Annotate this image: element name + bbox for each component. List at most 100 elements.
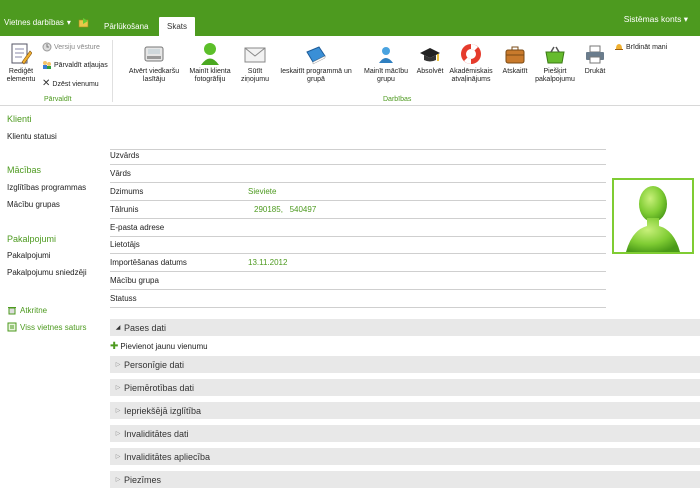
- section-disability[interactable]: ▷ Invaliditātes dati: [110, 425, 700, 442]
- section-title-disability: Invaliditātes dati: [124, 428, 189, 439]
- account-menu[interactable]: Sistēmas konts ▾: [624, 14, 688, 25]
- recycle-bin-icon: [8, 307, 16, 315]
- group-user-icon: [379, 47, 393, 63]
- change-photo-label: Mainīt klienta fotogrāfiju: [189, 68, 231, 83]
- assign-service-button[interactable]: Piešķirt pakalpojumu: [530, 44, 580, 83]
- expand-arrow-icon: ▷: [115, 362, 121, 368]
- envelope-icon: [244, 47, 266, 63]
- alert-me-button[interactable]: Brīdināt mani: [614, 42, 667, 52]
- chevron-down-icon: ▾: [66, 18, 71, 27]
- site-actions-menu[interactable]: Vietnes darbības ▾: [4, 18, 71, 27]
- nav-heading-clients[interactable]: Klienti: [7, 114, 32, 124]
- expand-arrow-icon: ▷: [115, 385, 121, 391]
- field-label-status: Statuss: [110, 294, 137, 303]
- delete-item-button[interactable]: ✕ Dzēst vienumu: [42, 79, 99, 89]
- manage-permissions-label: Pārvaldīt atļaujas: [54, 61, 108, 69]
- section-passport[interactable]: ◢ Pases dati: [110, 319, 700, 336]
- expand-arrow-icon: ▷: [115, 454, 121, 460]
- add-new-item-link[interactable]: ✚ Pievienot jaunu vienumu: [110, 341, 208, 352]
- form-row-import-date: Importēšanas datums 13.11.2012: [110, 254, 606, 272]
- include-program-label: Ieskaitīt programmā un grupā: [280, 68, 352, 83]
- field-label-email: E-pasta adrese: [110, 223, 165, 232]
- nav-item-programs[interactable]: Izglītības programmas: [7, 183, 86, 192]
- field-value-phone: 290185, 540497: [254, 205, 317, 214]
- form-row-email: E-pasta adrese: [110, 219, 606, 237]
- delete-icon: ✕: [42, 78, 51, 89]
- graduate-label: Absolvēt: [416, 68, 444, 75]
- print-label: Drukāt: [584, 68, 606, 75]
- form-row-gender: Dzimums Sieviete: [110, 183, 606, 201]
- collapse-arrow-icon: ◢: [115, 325, 121, 331]
- briefcase-icon: [505, 46, 525, 64]
- field-label-study-group: Mācību grupa: [110, 276, 159, 285]
- field-value-gender: Sieviete: [248, 187, 277, 196]
- include-program-button[interactable]: Ieskaitīt programmā un grupā: [273, 44, 359, 83]
- site-content-icon: [7, 322, 17, 332]
- lifebuoy-icon: [461, 44, 481, 64]
- nav-item-services[interactable]: Pakalpojumi: [7, 251, 51, 260]
- open-card-reader-button[interactable]: Atvērt viedkaršu lasītāju: [124, 44, 184, 83]
- expand-arrow-icon: ▷: [115, 477, 121, 483]
- assign-service-label: Piešķirt pakalpojumu: [535, 68, 575, 83]
- section-suitability[interactable]: ▷ Piemērotības dati: [110, 379, 700, 396]
- edit-item-label: Rediģēt elementu: [6, 68, 36, 83]
- tab-browse[interactable]: Pārlūkošana: [96, 17, 156, 36]
- tab-view[interactable]: Skats: [159, 17, 196, 36]
- nav-item-client-statuses[interactable]: Klientu statusi: [7, 132, 57, 141]
- section-title-personal: Personīgie dati: [124, 359, 185, 370]
- send-message-label: Sūtīt ziņojumu: [240, 68, 269, 83]
- plus-icon: ✚: [110, 341, 119, 352]
- section-disability-certificate[interactable]: ▷ Invaliditātes apliecība: [110, 448, 700, 465]
- form-row-status: Statuss: [110, 290, 606, 308]
- client-photo: [612, 178, 694, 254]
- send-message-button[interactable]: Sūtīt ziņojumu: [236, 44, 274, 83]
- form-row-user: Lietotājs: [110, 236, 606, 254]
- field-label-phone: Tālrunis: [110, 205, 139, 214]
- card-reader-icon: [144, 46, 164, 62]
- edit-document-icon: [11, 43, 32, 65]
- chevron-down-icon: ▾: [683, 14, 688, 24]
- version-history-button[interactable]: Versiju vēsture: [42, 42, 100, 52]
- edit-item-button[interactable]: Rediģēt elementu: [4, 42, 38, 83]
- manage-permissions-button[interactable]: Pārvaldīt atļaujas: [42, 60, 108, 70]
- top-bar: Vietnes darbības ▾ Pārlūkošana Skats Sis…: [0, 0, 700, 36]
- navigate-up-icon[interactable]: [78, 17, 90, 28]
- change-group-button[interactable]: Mainīt mācību grupu: [358, 44, 414, 83]
- section-title-notes: Piezīmes: [124, 474, 162, 485]
- section-title-disability-certificate: Invaliditātes apliecība: [124, 451, 211, 462]
- field-label-user: Lietotājs: [110, 240, 140, 249]
- avatar-silhouette-icon: [626, 186, 680, 252]
- manage-group-label: Pārvaldīt: [44, 96, 72, 103]
- section-previous-education[interactable]: ▷ Iepriekšējā izglītība: [110, 402, 700, 419]
- all-site-content-label: Viss vietnes saturs: [20, 322, 87, 332]
- printer-icon: [586, 45, 604, 64]
- field-label-import-date: Importēšanas datums: [110, 258, 187, 267]
- open-card-reader-label: Atvērt viedkaršu lasītāju: [128, 68, 180, 83]
- field-label-gender: Dzimums: [110, 187, 144, 196]
- field-label-name: Vārds: [110, 169, 131, 178]
- nav-heading-learning[interactable]: Mācības: [7, 165, 41, 175]
- withdraw-button[interactable]: Atskaitīt: [496, 44, 534, 76]
- ribbon-separator: [112, 40, 113, 102]
- form-row-study-group: Mācību grupa: [110, 272, 606, 290]
- client-photo-icon: [201, 43, 219, 65]
- basket-icon: [545, 46, 565, 64]
- academic-leave-button[interactable]: Akadēmiskais atvaļinājums: [446, 42, 496, 83]
- form-row-name: Vārds: [110, 165, 606, 183]
- version-history-icon: [42, 42, 52, 52]
- section-notes[interactable]: ▷ Piezīmes: [110, 471, 700, 488]
- graduate-button[interactable]: Absolvēt: [412, 44, 448, 76]
- book-icon: [306, 46, 326, 65]
- recycle-bin-link[interactable]: Atkritne: [7, 305, 47, 315]
- section-personal[interactable]: ▷ Personīgie dati: [110, 356, 700, 373]
- account-label: Sistēmas konts: [623, 14, 682, 24]
- ribbon: Rediģēt elementu Versiju vēsture Pārvald…: [0, 36, 700, 106]
- nav-item-groups[interactable]: Mācību grupas: [7, 200, 60, 209]
- field-label-surname: Uzvārds: [110, 151, 140, 160]
- all-site-content-link[interactable]: Viss vietnes saturs: [7, 322, 87, 332]
- nav-item-providers[interactable]: Pakalpojumu sniedzēji: [7, 268, 87, 277]
- alert-me-label: Brīdināt mani: [626, 43, 668, 51]
- print-button[interactable]: Drukāt: [579, 44, 611, 76]
- change-photo-button[interactable]: Mainīt klienta fotogrāfiju: [184, 42, 236, 83]
- nav-heading-services[interactable]: Pakalpojumi: [7, 234, 56, 244]
